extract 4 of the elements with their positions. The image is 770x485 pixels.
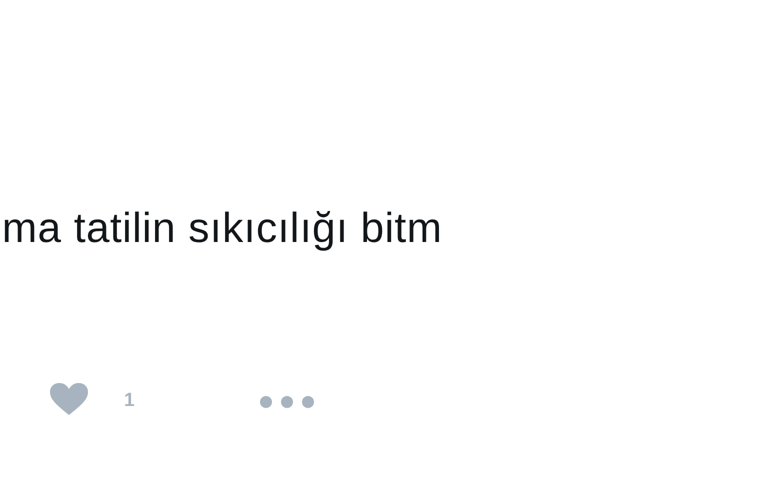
tweet-text: ma tatilin sıkıcılığı bitm [1,203,444,253]
like-count: 1 [124,389,135,414]
more-icon[interactable] [258,394,315,409]
heart-icon[interactable] [50,382,88,415]
